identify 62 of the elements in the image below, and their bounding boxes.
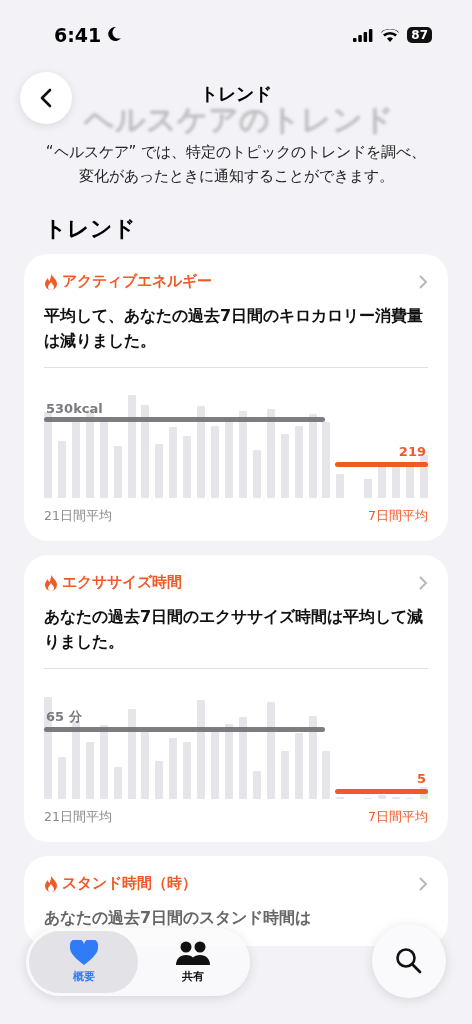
average-value: 530kcal <box>46 401 103 416</box>
chart-bar <box>85 742 94 799</box>
search-icon <box>395 947 423 975</box>
chart-bar <box>405 465 414 498</box>
signal-icon <box>353 28 374 42</box>
chart-bar <box>294 733 303 799</box>
flame-icon <box>44 574 58 591</box>
chart-bar <box>211 729 220 799</box>
chart-bar <box>392 467 401 498</box>
chart-bar <box>113 446 122 498</box>
chart-bar <box>378 795 387 799</box>
chart-bar <box>169 427 178 498</box>
status-time: 6:41 <box>54 24 122 46</box>
chart-bar <box>183 436 192 498</box>
chart-bar <box>252 450 261 498</box>
chart-bar <box>155 444 164 498</box>
card-title: スタンド時間（時） <box>62 874 198 893</box>
chart-bar <box>57 441 66 498</box>
period-label: 7日間平均 <box>368 809 428 826</box>
heart-icon <box>69 940 98 965</box>
chevron-icon <box>419 575 428 590</box>
period-label: 21日間平均 <box>44 809 112 826</box>
period-label: 7日間平均 <box>368 508 428 525</box>
chart-bar <box>378 464 387 498</box>
card-title: アクティブエネルギー <box>62 272 213 291</box>
trend-card[interactable]: アクティブエネルギー 平均して、あなたの過去7日間のキロカロリー消費量は減りました。 530kcal 219 21日間平均 7日間平均 <box>24 254 448 541</box>
chart-bar <box>280 434 289 498</box>
chevron-icon <box>419 274 428 289</box>
chart-bar <box>155 761 164 799</box>
chart-bar <box>280 751 289 799</box>
chart-bar <box>57 757 66 799</box>
flame-icon <box>44 875 58 892</box>
back-button[interactable] <box>20 72 72 124</box>
chart-bar <box>322 751 331 799</box>
nav-title: トレンド <box>200 82 272 106</box>
chart-bar <box>336 474 345 498</box>
wifi-icon <box>381 28 400 42</box>
average-value: 5 <box>416 771 426 786</box>
chart-bar <box>141 732 150 799</box>
people-icon <box>175 940 210 965</box>
chart-bar <box>183 742 192 799</box>
flame-icon <box>44 273 58 290</box>
card-summary: あなたの過去7日間のエクササイズ時間は平均して減りました。 <box>44 606 425 653</box>
period-label: 21日間平均 <box>44 508 112 525</box>
average-value: 65 分 <box>46 708 82 726</box>
card-summary: 平均して、あなたの過去7日間のキロカロリー消費量は減りました。 <box>44 305 425 352</box>
chart-bar <box>294 426 303 498</box>
chevron-icon <box>419 876 428 891</box>
description: “ヘルスケア” では、特定のトピックのトレンドを調べ、変化があったときに通知することができます。 <box>44 142 428 187</box>
trend-card[interactable]: エクササイズ時間 あなたの過去7日間のエクササイズ時間は平均して減りました。 65 分 5 21日間平均 7日間平均 <box>24 555 448 842</box>
card-summary: あなたの過去7日間のスタンド時間は <box>44 907 313 929</box>
chart-bar <box>364 479 373 498</box>
chart-bar <box>211 426 220 498</box>
chart-bar <box>169 738 178 799</box>
battery-level: 87 <box>407 27 432 43</box>
moon-icon <box>107 26 122 42</box>
chart-bar <box>113 767 122 799</box>
average-value: 219 <box>398 444 426 459</box>
back-icon <box>40 88 52 108</box>
section-title: トレンド <box>44 215 137 243</box>
chart-bar <box>252 771 261 799</box>
card-title: エクササイズ時間 <box>62 573 183 592</box>
